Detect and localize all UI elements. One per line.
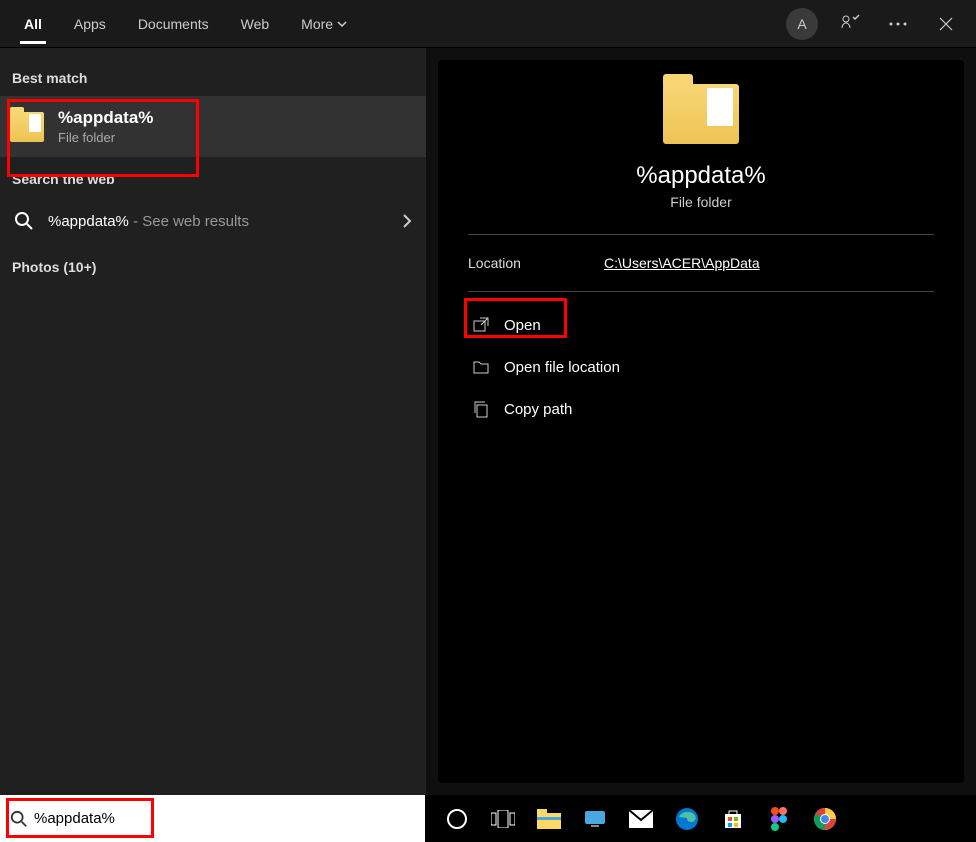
account-avatar[interactable]: A: [782, 4, 822, 44]
tab-apps[interactable]: Apps: [60, 4, 120, 44]
taskbar-search[interactable]: [0, 795, 425, 842]
best-match-result[interactable]: %appdata% File folder: [0, 96, 426, 157]
folder-icon: [10, 112, 44, 142]
copy-icon: [470, 398, 492, 420]
preview-title: %appdata%: [636, 162, 765, 190]
folder-location-icon: [470, 356, 492, 378]
search-icon: [10, 810, 28, 828]
edge-icon[interactable]: [673, 805, 701, 833]
web-search-result[interactable]: %appdata% - See web results: [0, 197, 426, 245]
cortana-icon[interactable]: [443, 805, 471, 833]
store-icon[interactable]: [719, 805, 747, 833]
task-view-icon[interactable]: [489, 805, 517, 833]
search-input[interactable]: [34, 810, 415, 827]
tab-all[interactable]: All: [10, 4, 56, 44]
tab-web[interactable]: Web: [227, 4, 284, 44]
photos-result[interactable]: Photos (10+): [0, 245, 426, 289]
tab-more-label: More: [301, 16, 333, 32]
location-label: Location: [468, 255, 604, 271]
open-icon: [470, 314, 492, 336]
tab-documents[interactable]: Documents: [124, 4, 223, 44]
action-open-label: Open: [504, 317, 541, 334]
preview-subtitle: File folder: [670, 194, 731, 210]
filter-tabs: All Apps Documents Web More: [10, 4, 782, 44]
avatar-circle: A: [786, 8, 818, 40]
action-open-file-location[interactable]: Open file location: [468, 346, 934, 388]
web-query: %appdata%: [48, 213, 129, 230]
action-copy-path-label: Copy path: [504, 401, 572, 418]
preview-column: %appdata% File folder Location C:\Users\…: [426, 48, 976, 795]
chevron-down-icon: [337, 21, 347, 27]
file-explorer-icon[interactable]: [535, 805, 563, 833]
folder-icon-large: [663, 84, 739, 144]
best-match-label: Best match: [0, 56, 426, 96]
results-column: Best match %appdata% File folder Search …: [0, 48, 426, 795]
figma-icon[interactable]: [765, 805, 793, 833]
close-icon[interactable]: [926, 4, 966, 44]
mail-icon[interactable]: [627, 805, 655, 833]
monitor-app-icon[interactable]: [581, 805, 609, 833]
result-title: %appdata%: [58, 108, 153, 128]
feedback-icon[interactable]: [830, 4, 870, 44]
action-copy-path[interactable]: Copy path: [468, 388, 934, 430]
chrome-icon[interactable]: [811, 805, 839, 833]
tab-more[interactable]: More: [287, 4, 361, 44]
action-open-location-label: Open file location: [504, 359, 620, 376]
taskbar: [0, 795, 976, 842]
top-bar: All Apps Documents Web More A: [0, 0, 976, 48]
action-open[interactable]: Open: [468, 304, 934, 346]
search-icon: [14, 211, 34, 231]
location-path[interactable]: C:\Users\ACER\AppData: [604, 255, 760, 271]
more-options-icon[interactable]: [878, 4, 918, 44]
result-subtitle: File folder: [58, 130, 153, 145]
chevron-right-icon: [402, 213, 412, 229]
search-web-label: Search the web: [0, 157, 426, 197]
web-suffix: - See web results: [129, 213, 249, 230]
